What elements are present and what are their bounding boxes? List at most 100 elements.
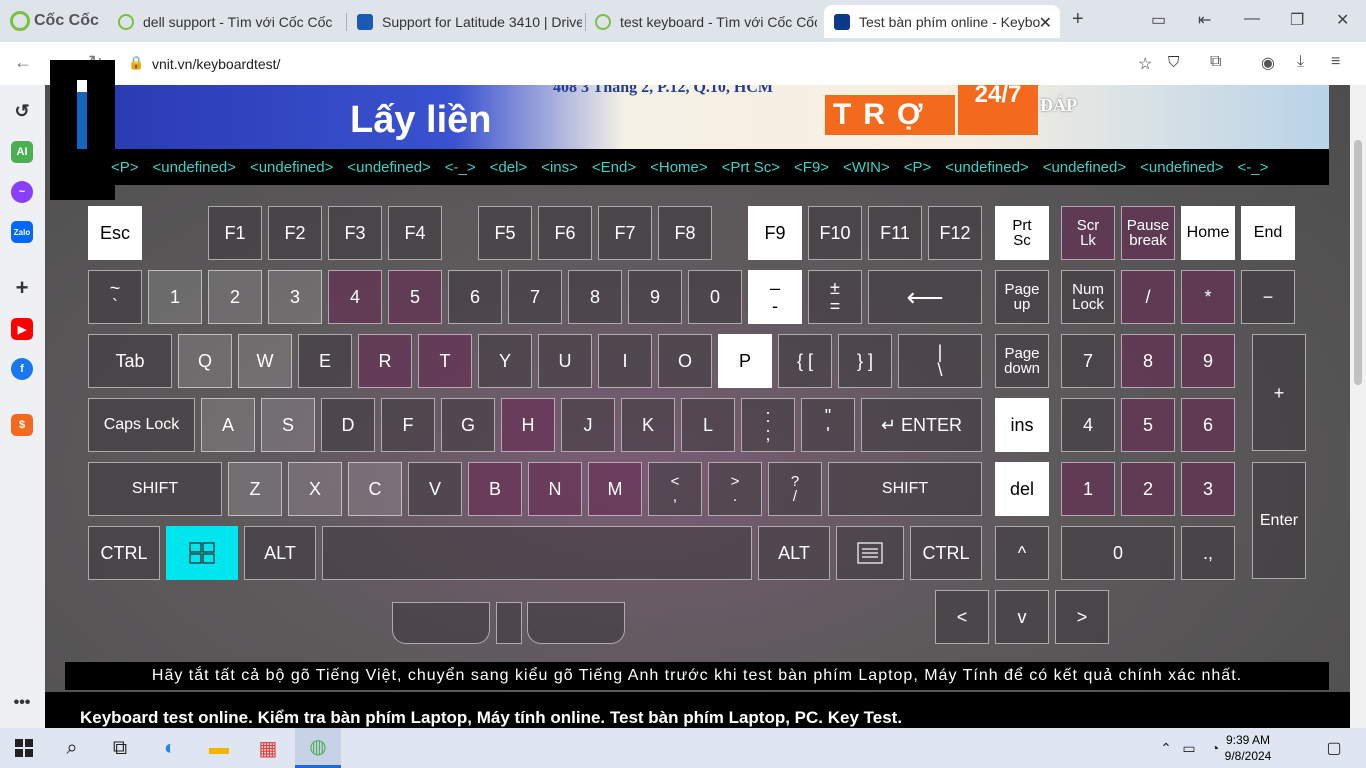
key-c[interactable]: C (348, 462, 402, 516)
key-1[interactable]: 1 (148, 270, 202, 324)
key-o[interactable]: O (658, 334, 712, 388)
tab-test-keyboard[interactable]: test keyboard - Tìm với Cốc Cốc (585, 5, 817, 38)
key-0[interactable]: 0 (688, 270, 742, 324)
key-3[interactable]: 3 (268, 270, 322, 324)
url-text[interactable]: vnit.vn/keyboardtest/ (152, 56, 280, 72)
key-t[interactable]: T (418, 334, 472, 388)
restore-button[interactable]: ❐ (1290, 10, 1304, 30)
key-left-alt[interactable]: ALT (244, 526, 316, 580)
scrollbar-thumb[interactable] (1354, 140, 1362, 385)
key-7[interactable]: 7 (508, 270, 562, 324)
key-b[interactable]: B (468, 462, 522, 516)
start-button[interactable] (10, 734, 38, 762)
minimize-button[interactable]: — (1244, 10, 1260, 28)
key-9[interactable]: 9 (628, 270, 682, 324)
key-r[interactable]: R (358, 334, 412, 388)
key-l[interactable]: L (681, 398, 735, 452)
key-arrow-up[interactable]: ^ (995, 526, 1049, 580)
key-f7[interactable]: F7 (598, 206, 652, 260)
key-arrow-down[interactable]: v (995, 590, 1049, 644)
key-f5[interactable]: F5 (478, 206, 532, 260)
key-left-shift[interactable]: SHIFT (88, 462, 222, 516)
ai-icon[interactable]: AI (11, 141, 33, 163)
key-slash[interactable]: ? / (768, 462, 822, 516)
key-backspace[interactable]: ⟵ (868, 270, 982, 324)
key-enter[interactable]: ↵ ENTER (861, 398, 982, 452)
key-d[interactable]: D (321, 398, 375, 452)
key-pageup[interactable]: Page up (995, 270, 1049, 324)
key-i[interactable]: I (598, 334, 652, 388)
tab-back-icon[interactable]: ⇤ (1198, 10, 1211, 30)
key-numpad-minus[interactable]: − (1241, 270, 1295, 324)
edge-icon[interactable]: ◐ (156, 734, 184, 762)
key-2[interactable]: 2 (208, 270, 262, 324)
key-minus[interactable]: – - (748, 270, 802, 324)
key-numlock[interactable]: Num Lock (1061, 270, 1115, 324)
key-tilde[interactable]: ~ ` (88, 270, 142, 324)
key-numpad-9[interactable]: 9 (1181, 334, 1235, 388)
key-numpad-8[interactable]: 8 (1121, 334, 1175, 388)
key-arrow-right[interactable]: > (1055, 590, 1109, 644)
key-numpad-3[interactable]: 3 (1181, 462, 1235, 516)
youtube-icon[interactable]: ▶ (11, 318, 33, 340)
key-h[interactable]: H (501, 398, 555, 452)
omnibox[interactable]: 🔒 vnit.vn/keyboardtest/ ☆ ⛉ (118, 50, 1196, 78)
tab-search-icon[interactable]: ▭ (1151, 10, 1166, 30)
key-home[interactable]: Home (1181, 206, 1235, 260)
touchpad-right-button[interactable] (527, 602, 625, 644)
key-m[interactable]: M (588, 462, 642, 516)
key-right-ctrl[interactable]: CTRL (910, 526, 982, 580)
key-plus[interactable]: ± = (808, 270, 862, 324)
touchpad-left-button[interactable] (392, 602, 490, 644)
key-numpad-slash[interactable]: / (1121, 270, 1175, 324)
key-numpad-plus[interactable]: + (1252, 334, 1306, 451)
messenger-icon[interactable]: ~ (11, 181, 33, 203)
download-icon[interactable]: ⤓ (1297, 53, 1304, 71)
key-u[interactable]: U (538, 334, 592, 388)
key-n[interactable]: N (528, 462, 582, 516)
key-p[interactable]: P (718, 334, 772, 388)
key-prtsc[interactable]: Prt Sc (995, 206, 1049, 260)
battery-icon[interactable]: ▭ (1175, 734, 1203, 762)
key-f4[interactable]: F4 (388, 206, 442, 260)
key-4[interactable]: 4 (328, 270, 382, 324)
key-right-shift[interactable]: SHIFT (828, 462, 982, 516)
key-rbrace[interactable]: } ] (838, 334, 892, 388)
back-icon[interactable]: ← (14, 52, 32, 73)
key-g[interactable]: G (441, 398, 495, 452)
key-v[interactable]: V (408, 462, 462, 516)
key-esc[interactable]: Esc (88, 206, 142, 260)
key-delete[interactable]: del (995, 462, 1049, 516)
key-q[interactable]: Q (178, 334, 232, 388)
store-icon[interactable]: ▦ (254, 734, 282, 762)
key-numpad-0[interactable]: 0 (1061, 526, 1175, 580)
key-k[interactable]: K (621, 398, 675, 452)
key-numpad-star[interactable]: * (1181, 270, 1235, 324)
key-context-menu[interactable] (836, 526, 904, 580)
key-insert[interactable]: ins (995, 398, 1049, 452)
key-right-alt[interactable]: ALT (758, 526, 830, 580)
key-numpad-5[interactable]: 5 (1121, 398, 1175, 452)
key-f[interactable]: F (381, 398, 435, 452)
coccoc-taskbar-icon[interactable]: ◍ (295, 728, 341, 768)
key-numpad-4[interactable]: 4 (1061, 398, 1115, 452)
key-f2[interactable]: F2 (268, 206, 322, 260)
key-capslock[interactable]: Caps Lock (88, 398, 195, 452)
key-j[interactable]: J (561, 398, 615, 452)
key-comma[interactable]: < , (648, 462, 702, 516)
key-windows[interactable] (166, 526, 238, 580)
bookmark-star-icon[interactable]: ☆ (1138, 54, 1152, 74)
key-semicolon[interactable]: : ; (741, 398, 795, 452)
key-quote[interactable]: " ' (801, 398, 855, 452)
extensions-icon[interactable]: ⧉ (1210, 53, 1221, 71)
key-f8[interactable]: F8 (658, 206, 712, 260)
tab-keyboard-test-active[interactable]: Test bàn phím online - Keybo ✕ (824, 5, 1060, 38)
key-e[interactable]: E (298, 334, 352, 388)
shop-icon[interactable]: $ (11, 414, 33, 436)
key-numpad-enter[interactable]: Enter (1252, 462, 1306, 579)
close-tab-icon[interactable]: ✕ (1039, 13, 1052, 33)
close-window-button[interactable]: ✕ (1336, 10, 1349, 30)
key-numpad-dot[interactable]: ., (1181, 526, 1235, 580)
key-6[interactable]: 6 (448, 270, 502, 324)
new-tab-button[interactable]: + (1072, 8, 1084, 31)
